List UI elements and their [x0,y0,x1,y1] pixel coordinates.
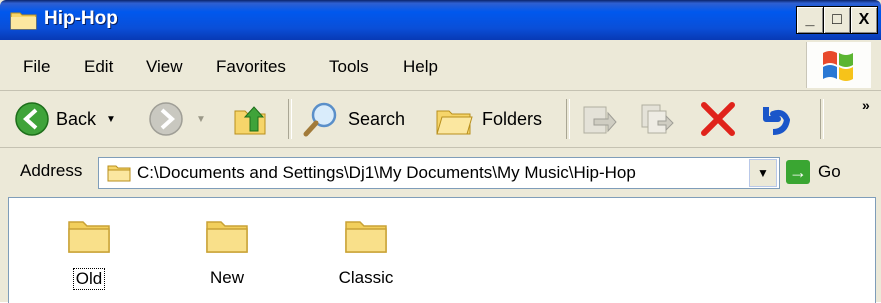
standard-toolbar: Back ▼ ▼ Search Folders » [0,91,881,148]
move-to-button[interactable] [580,101,618,137]
minimize-button[interactable]: _ [796,6,824,34]
explorer-window: Hip-Hop _ □ X File Edit View Favorites T… [0,0,881,303]
folder-icon [107,165,131,182]
up-folder-button[interactable] [232,101,268,137]
menu-view[interactable]: View [146,57,183,77]
menu-edit[interactable]: Edit [84,57,113,77]
folder-label: New [209,268,244,287]
search-icon [303,102,337,137]
go-button[interactable]: → Go [786,160,841,184]
maximize-icon: □ [832,11,842,28]
window-title: Hip-Hop [44,8,118,29]
title-bar[interactable]: Hip-Hop _ □ X [0,0,881,40]
folder-item-old[interactable]: Old [39,214,139,290]
windows-logo [806,42,871,88]
search-button[interactable]: Search [302,101,405,137]
address-input[interactable]: C:\Documents and Settings\Dj1\My Documen… [98,157,780,189]
delete-button[interactable] [698,101,738,137]
folder-icon [345,221,387,253]
menu-favorites[interactable]: Favorites [216,57,286,77]
folder-label: Classic [338,268,394,287]
back-button[interactable]: Back ▼ [14,101,116,137]
close-button[interactable]: X [850,6,878,34]
folders-icon [436,110,473,135]
folder-label: Old [72,268,106,290]
go-arrow-icon: → [786,160,810,184]
windows-flag-icon [823,51,853,81]
menu-help[interactable]: Help [403,57,438,77]
forward-dropdown-icon[interactable]: ▼ [196,114,206,125]
menu-file[interactable]: File [23,57,50,77]
go-label: Go [818,162,841,181]
copy-to-icon [641,104,674,134]
copy-to-button[interactable] [638,101,676,137]
delete-x-icon [701,102,735,136]
undo-button[interactable] [756,101,796,137]
folder-icon [68,221,110,253]
folder-view: Old New Classic [8,197,876,303]
folders-label: Folders [482,108,543,129]
chevron-down-icon: ▼ [757,166,769,180]
folders-button[interactable]: Folders [434,101,542,137]
folder-item-classic[interactable]: Classic [316,214,416,288]
close-icon: X [858,11,870,28]
folder-icon [206,221,248,253]
address-bar: Address C:\Documents and Settings\Dj1\My… [0,148,881,196]
undo-icon [763,107,790,135]
back-dropdown-icon[interactable]: ▼ [106,114,116,125]
menu-tools[interactable]: Tools [329,57,369,77]
maximize-button[interactable]: □ [823,6,851,34]
forward-arrow-icon [149,102,183,136]
menu-bar: File Edit View Favorites Tools Help [0,40,881,91]
folder-icon [10,12,37,30]
up-folder-icon [234,106,266,135]
search-label: Search [348,108,406,129]
forward-button[interactable]: ▼ [148,101,206,137]
folder-item-new[interactable]: New [177,214,277,288]
address-label: Address [20,161,83,180]
toolbar-overflow-icon[interactable]: » [862,97,870,113]
address-path[interactable]: C:\Documents and Settings\Dj1\My Documen… [137,163,636,183]
move-to-icon [583,106,617,134]
minimize-icon: _ [805,11,815,28]
back-label: Back [56,108,97,129]
address-dropdown-button[interactable]: ▼ [749,159,777,187]
back-arrow-icon [15,102,49,136]
